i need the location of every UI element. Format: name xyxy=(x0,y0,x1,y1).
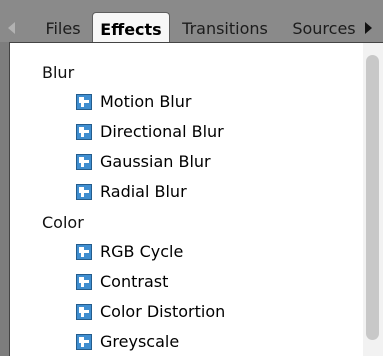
effect-icon xyxy=(76,334,92,350)
effect-icon xyxy=(76,124,92,140)
item-label: Directional Blur xyxy=(100,122,224,141)
item-label: Color Distortion xyxy=(100,302,226,321)
item-label: RGB Cycle xyxy=(100,242,184,261)
tab-effects[interactable]: Effects xyxy=(92,12,170,43)
group-label-blur[interactable]: Blur xyxy=(42,63,74,82)
effect-icon xyxy=(76,184,92,200)
tab-files[interactable]: Files xyxy=(36,14,90,42)
tab-sources[interactable]: Sources xyxy=(284,14,364,42)
effect-icon xyxy=(76,244,92,260)
tab-transitions[interactable]: Transitions xyxy=(170,14,280,42)
item-label: Motion Blur xyxy=(100,92,192,111)
item-label: Greyscale xyxy=(100,332,180,351)
effect-icon xyxy=(76,274,92,290)
effects-panel: Blur Motion Blur Directional Blur Gaussi… xyxy=(9,42,383,356)
item-label: Gaussian Blur xyxy=(100,152,211,171)
effect-icon xyxy=(76,94,92,110)
item-label: Radial Blur xyxy=(100,182,187,201)
effect-icon xyxy=(76,154,92,170)
item-label: Contrast xyxy=(100,272,169,291)
scrollbar-thumb[interactable] xyxy=(366,55,379,340)
group-label-color[interactable]: Color xyxy=(42,213,84,232)
vertical-scrollbar[interactable] xyxy=(363,43,383,356)
tab-bar: Files Effects Transitions Sources xyxy=(0,0,383,43)
effect-icon xyxy=(76,304,92,320)
scroll-tabs-left-arrow[interactable] xyxy=(8,22,15,34)
scroll-tabs-right-arrow[interactable] xyxy=(365,22,372,34)
